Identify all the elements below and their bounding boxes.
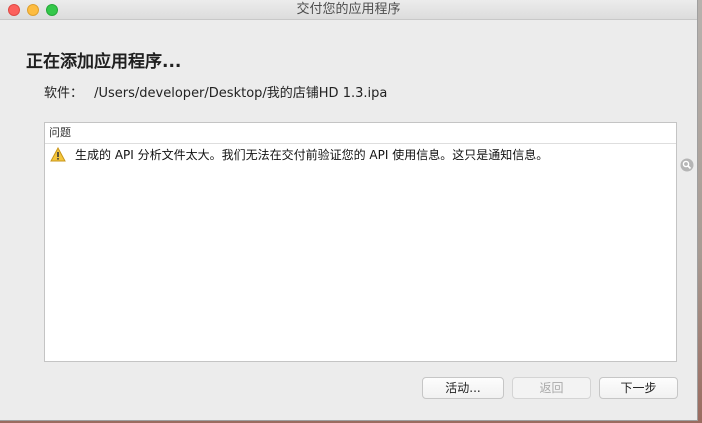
next-button[interactable]: 下一步 [599, 377, 678, 399]
app-window: 交付您的应用程序 正在添加应用程序... 软件： /Users/develope… [0, 0, 698, 421]
issue-row[interactable]: 生成的 API 分析文件太大。我们无法在交付前验证您的 API 使用信息。这只是… [45, 144, 676, 166]
page-title: 正在添加应用程序... [26, 52, 182, 72]
magnifier-icon[interactable] [680, 158, 694, 172]
file-info: 软件： /Users/developer/Desktop/我的店铺HD 1.3.… [44, 82, 387, 101]
window-title: 交付您的应用程序 [296, 2, 401, 17]
warning-icon [50, 147, 66, 162]
title-bar[interactable]: 交付您的应用程序 [0, 0, 697, 20]
file-label: 软件： [44, 86, 84, 101]
issues-list[interactable]: 问题 生成的 API 分析文件太大。我们无法在交付前验证您的 API 使用信息。… [44, 122, 677, 362]
activity-button[interactable]: 活动... [422, 377, 504, 399]
back-button[interactable]: 返回 [512, 377, 591, 399]
issue-text: 生成的 API 分析文件太大。我们无法在交付前验证您的 API 使用信息。这只是… [75, 148, 549, 162]
file-path: /Users/developer/Desktop/我的店铺HD 1.3.ipa [94, 86, 388, 101]
issues-column-header: 问题 [45, 123, 676, 144]
